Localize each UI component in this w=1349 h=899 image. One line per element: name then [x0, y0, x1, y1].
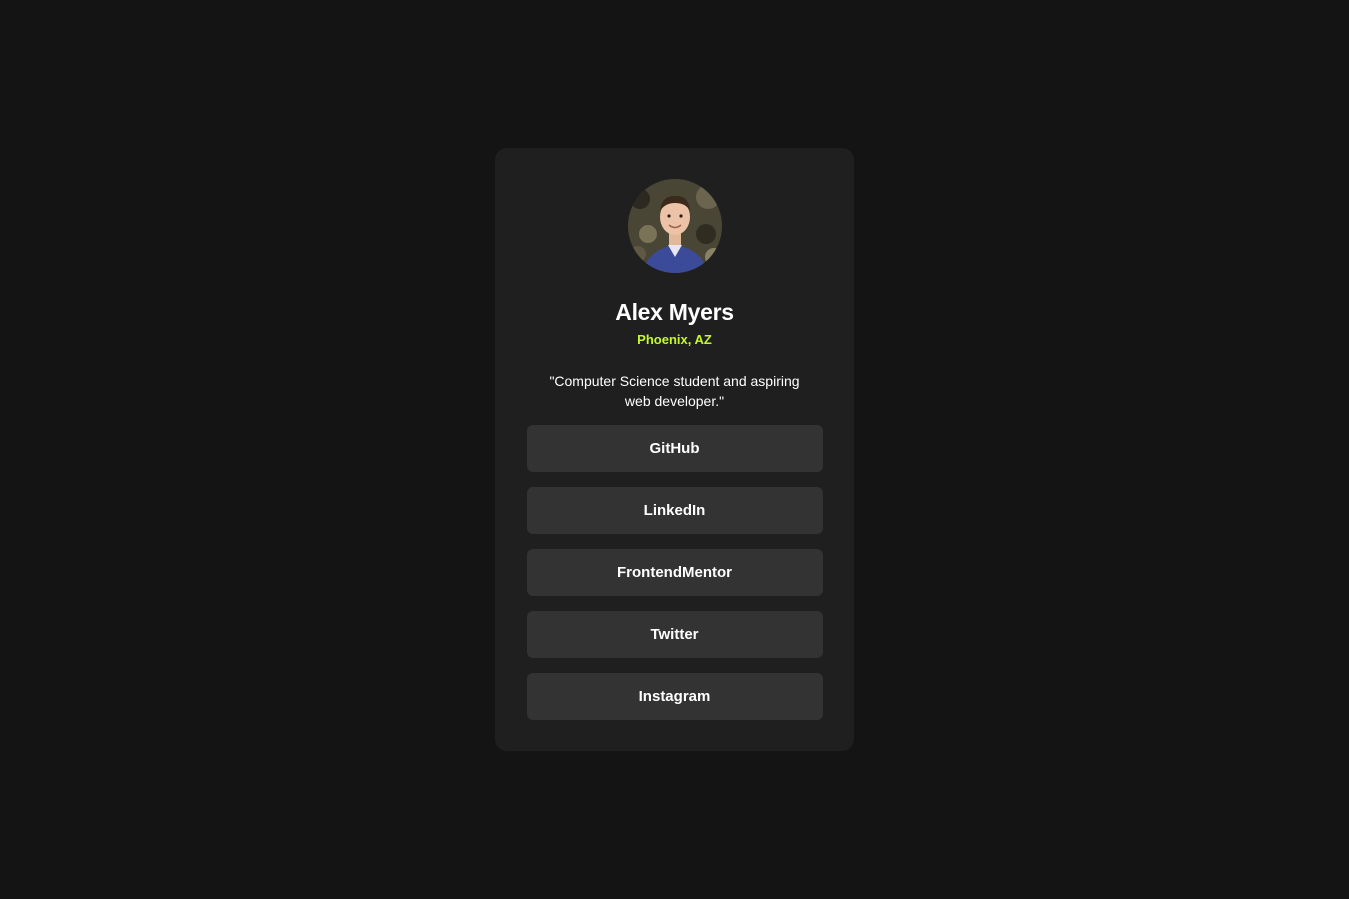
twitter-link-button[interactable]: Twitter [526, 611, 823, 658]
social-links: GitHub LinkedIn FrontendMentor Twitter I… [526, 425, 823, 720]
profile-card: Alex Myers Phoenix, AZ "Computer Science… [495, 148, 854, 751]
linkedin-link-button[interactable]: LinkedIn [526, 487, 823, 534]
github-link-button[interactable]: GitHub [526, 425, 823, 472]
profile-bio: "Computer Science student and aspiring w… [549, 373, 800, 409]
profile-name: Alex Myers [615, 299, 734, 325]
avatar [627, 179, 722, 273]
frontendmentor-link-button[interactable]: FrontendMentor [526, 549, 823, 596]
instagram-link-button[interactable]: Instagram [526, 673, 823, 720]
profile-location: Phoenix, AZ [637, 332, 712, 347]
avatar-photo [627, 179, 722, 273]
